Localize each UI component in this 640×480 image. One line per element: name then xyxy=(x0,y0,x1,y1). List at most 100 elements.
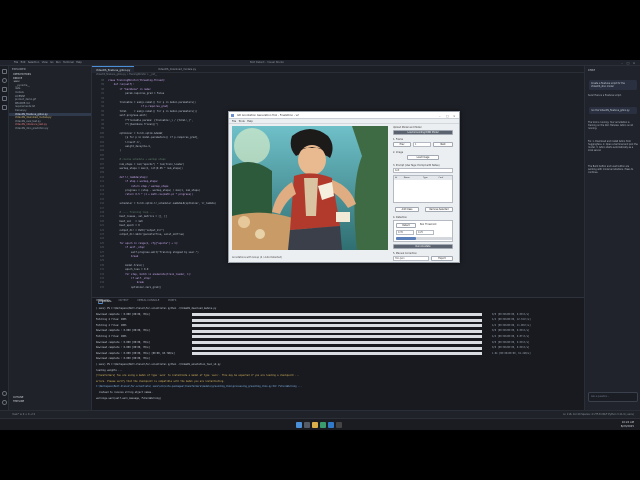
extensions-icon[interactable] xyxy=(2,105,7,110)
dialog-menu-file[interactable]: File xyxy=(232,120,236,123)
threshold-slider[interactable] xyxy=(396,237,452,240)
code-line[interactable]: optimizer = torch.optim.AdamW( xyxy=(108,132,163,135)
terminal-icon[interactable] xyxy=(336,422,342,428)
gear-icon[interactable] xyxy=(2,400,7,405)
code-line[interactable]: [p for p in model.parameters() if p.requ… xyxy=(108,136,198,139)
class-table[interactable]: Id Name Type Conf xyxy=(393,175,453,203)
code-line[interactable]: f"({backbone frozen})") xyxy=(108,123,158,126)
source-control-icon[interactable] xyxy=(2,87,7,92)
vscode-icon[interactable] xyxy=(328,422,334,428)
code-line[interactable]: return step / warmup_steps xyxy=(108,185,168,188)
remove-selected-button[interactable]: Remove Selected xyxy=(425,207,453,212)
code-line[interactable]: progress = (step - warmup_steps) / max(1… xyxy=(108,189,200,192)
run-debug-icon[interactable] xyxy=(2,96,7,101)
code-line[interactable]: if "backbone" in name: xyxy=(108,88,152,91)
code-line[interactable]: lr=self.lr, xyxy=(108,141,141,144)
tab-ports[interactable]: PORTS xyxy=(168,299,176,302)
add-class-button[interactable]: Add Class xyxy=(395,207,419,212)
code-line[interactable]: output_dir = Path("output_dir") xyxy=(108,229,165,232)
code-line[interactable]: return 0.5 * (1 + math.cos(math.pi * pro… xyxy=(108,193,193,196)
menu-run[interactable]: Run xyxy=(56,61,61,64)
menu-go[interactable]: Go xyxy=(50,61,53,64)
code-line[interactable]: f"Trainable params: {trainable:,} / {tot… xyxy=(108,119,193,122)
code-line[interactable]: # ---- Training loop ---- xyxy=(108,211,156,214)
close-icon[interactable]: × xyxy=(632,61,636,65)
line-number: 99 xyxy=(101,127,104,131)
maximize-icon[interactable]: □ xyxy=(626,61,630,65)
account-icon[interactable] xyxy=(2,391,7,396)
prompt-field[interactable]: bolt xyxy=(393,168,453,173)
code-line[interactable]: output_dir.mkdir(parents=True, exist_ok=… xyxy=(108,233,185,236)
files-icon[interactable] xyxy=(2,69,7,74)
code-line[interactable]: # cosine schedule + warmup steps xyxy=(108,158,166,161)
load-image-button[interactable]: Load Image xyxy=(407,155,439,160)
status-left[interactable]: main* ⊗ 0 ⚠ 0 ⎇ 0 xyxy=(12,413,35,416)
dialog-close-icon[interactable]: × xyxy=(453,113,456,120)
start-icon[interactable] xyxy=(296,422,302,428)
timeline-section[interactable]: TIMELINE xyxy=(9,400,92,404)
code-line[interactable]: def run(self): xyxy=(108,83,134,86)
browser-icon[interactable] xyxy=(320,422,326,428)
code-line[interactable]: trainable = sum(p.numel() for p in model… xyxy=(108,101,196,104)
system-clock[interactable]: 10:24 AM 8/23/2025 xyxy=(621,421,634,428)
code-line[interactable]: scheduler = torch.optim.lr_scheduler.Lam… xyxy=(108,202,216,205)
code-line[interactable]: warmup_steps = max(1, int(0.05 * num_ste… xyxy=(108,167,183,170)
dialog-minimize-icon[interactable]: – xyxy=(439,113,441,120)
code-line[interactable]: for epoch in range(1, cfg["epochs"] + 1)… xyxy=(108,242,179,245)
menu-selection[interactable]: Selection xyxy=(28,61,40,64)
chat-input[interactable]: Ask a question... xyxy=(588,392,638,402)
file-item[interactable]: VideoDS_dino_prediction.py xyxy=(9,127,91,131)
file-explorer-icon[interactable] xyxy=(312,422,318,428)
menu-view[interactable]: View xyxy=(42,61,48,64)
tab-terminal[interactable]: TERMINAL xyxy=(98,299,112,304)
code-line[interactable]: weight_decay=1e-4, xyxy=(108,145,151,148)
detect-button[interactable]: Detect xyxy=(396,223,416,228)
code-line[interactable]: for step, batch in enumerate(train_loade… xyxy=(108,273,191,276)
search-icon[interactable] xyxy=(2,78,7,83)
code-line[interactable]: if self._stop: xyxy=(108,246,145,249)
tab-output[interactable]: OUTPUT xyxy=(118,299,128,302)
code-line[interactable]: best_epoch = 0 xyxy=(108,224,140,227)
image-canvas[interactable] xyxy=(232,126,388,250)
prev-frame-button[interactable]: Prev xyxy=(393,142,411,147)
tab-debug-console[interactable]: DEBUG CONSOLE xyxy=(137,299,159,302)
code-line[interactable]: model.train() xyxy=(108,264,144,267)
menu-file[interactable]: File xyxy=(14,61,18,64)
code-line[interactable]: best_val = 1e9 xyxy=(108,220,143,223)
code-line[interactable]: self.progress.emit( xyxy=(108,114,147,117)
dialog-maximize-icon[interactable]: □ xyxy=(446,113,449,120)
code-line[interactable]: epoch_loss = 0.0 xyxy=(108,268,148,271)
format-select[interactable]: Yolo Json xyxy=(393,256,429,261)
frame-number-field[interactable]: 1 xyxy=(413,142,431,147)
code-line[interactable]: if step < warmup_steps: xyxy=(108,180,158,183)
code-line[interactable]: break xyxy=(108,255,138,258)
code-line[interactable]: def lr_lambda(step): xyxy=(108,176,149,179)
menu-help[interactable]: Help xyxy=(76,61,82,64)
box-threshold-field[interactable]: 0.35 xyxy=(396,230,414,235)
code-line[interactable]: optimizer.zero_grad() xyxy=(108,286,161,289)
code-line[interactable]: class TrainingMonitor(threading.Thread): xyxy=(108,79,166,82)
search-taskbar-icon[interactable] xyxy=(304,422,310,428)
tab-finetune[interactable]: VideoDS_finetune_gdino.py xyxy=(92,66,135,73)
menu-edit[interactable]: Edit xyxy=(21,61,26,64)
code-line[interactable]: num_steps = len("epochs") * len(train_lo… xyxy=(108,163,185,166)
minimize-icon[interactable]: – xyxy=(620,61,624,65)
code-line[interactable]: ) xyxy=(108,149,121,152)
status-right[interactable]: Ln 116, Col 40 Spaces: 4 UTF-8 CRLF Pyth… xyxy=(563,411,634,418)
code-line[interactable]: break xyxy=(108,281,144,284)
tab-download-models[interactable]: VideoDS_download_models.py xyxy=(154,66,200,73)
dialog-menu-help[interactable]: Help xyxy=(247,120,253,123)
code-line[interactable]: self.progress.emit("Training stopped by … xyxy=(108,251,199,254)
code-line[interactable]: total = sum(p.numel() for p in model.par… xyxy=(108,110,198,113)
code-line[interactable]: param.requires_grad = False xyxy=(108,92,164,95)
menu-terminal[interactable]: Terminal xyxy=(63,61,74,64)
run-annotate-button[interactable]: Run Annotate xyxy=(393,244,453,249)
dialog-menu-tools[interactable]: Tools xyxy=(239,120,245,123)
code-line[interactable]: if p.requires_grad) xyxy=(108,105,168,108)
code-line[interactable]: best_losses, val_metrics = [], [] xyxy=(108,215,168,218)
code-line[interactable]: if self._stop: xyxy=(108,277,151,280)
next-frame-button[interactable]: Next xyxy=(433,142,453,147)
export-button[interactable]: Export xyxy=(431,256,453,261)
text-threshold-field[interactable]: 0.25 xyxy=(416,230,434,235)
load-model-button[interactable]: Load Grounding DINO Model xyxy=(393,130,453,135)
